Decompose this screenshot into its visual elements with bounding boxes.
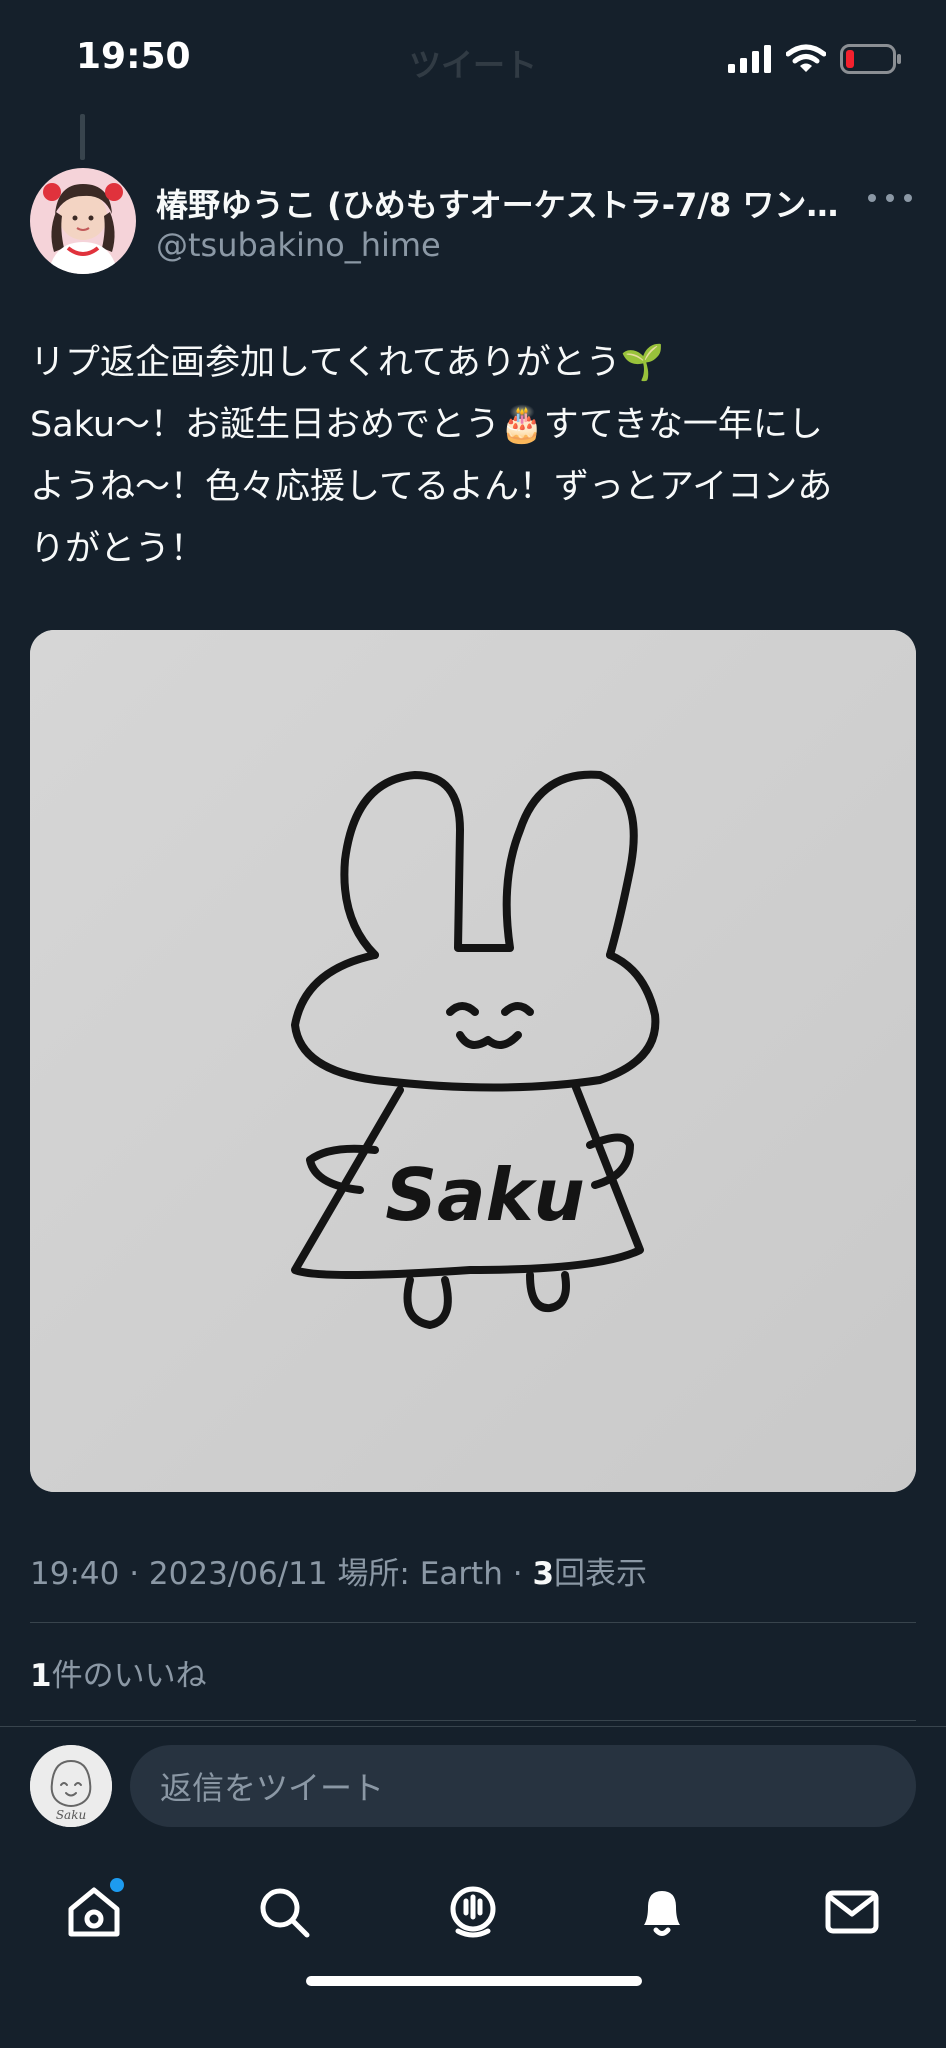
tweet-timestamp[interactable]: 19:40 · 2023/06/11 — [30, 1556, 328, 1592]
author-avatar[interactable] — [30, 168, 136, 274]
status-icons — [728, 44, 902, 78]
tweet-location: 場所: Earth · — [327, 1556, 533, 1592]
tweet-detail-screen: ツイート 19:50 椿野ゆうこ (ひめもすオーケストラ-7/8 ワン… @ts… — [0, 0, 946, 2048]
author-handle[interactable]: @tsubakino_hime — [156, 226, 441, 264]
reply-input[interactable]: 返信をツイート — [130, 1745, 916, 1827]
nav-notifications-button[interactable] — [622, 1872, 702, 1952]
views-label: 回表示 — [554, 1556, 648, 1592]
status-time: 19:50 — [76, 36, 191, 77]
views-count: 3 — [532, 1556, 555, 1592]
thread-connector — [80, 114, 85, 160]
more-options-icon[interactable] — [868, 186, 912, 210]
nav-messages-button[interactable] — [812, 1872, 892, 1952]
nav-search-button[interactable] — [244, 1872, 324, 1952]
nav-spaces-button[interactable] — [433, 1872, 513, 1952]
user-avatar[interactable]: Saku — [30, 1745, 112, 1827]
bottom-nav — [0, 1842, 946, 2048]
spaces-icon — [450, 1886, 496, 1938]
likes-row[interactable]: 1件のいいね — [30, 1650, 207, 1695]
likes-count: 1 — [30, 1658, 52, 1694]
media-caption-text: Saku — [385, 1153, 585, 1237]
tweet-meta: 19:40 · 2023/06/11 場所: Earth · 3回表示 — [30, 1548, 647, 1593]
divider — [30, 1622, 916, 1623]
nav-home-button[interactable] — [54, 1872, 134, 1952]
tweet-text-line: リプ返企画参加してくれてありがとう🌱 — [30, 343, 665, 383]
tweet-media-image[interactable]: Saku — [30, 630, 916, 1492]
home-indicator[interactable] — [306, 1976, 642, 1986]
search-icon — [260, 1888, 310, 1938]
divider — [30, 1720, 916, 1721]
wifi-icon — [785, 44, 827, 78]
tweet-text-line: ようね〜！色々応援してるよん！ずっとアイコンあ — [30, 467, 833, 507]
notifications-icon — [644, 1891, 680, 1936]
user-avatar-text: Saku — [56, 1808, 86, 1822]
tweet-text-line: Saku〜！お誕生日おめでとう🎂すてきな一年にし — [30, 405, 823, 445]
author-name[interactable]: 椿野ゆうこ (ひめもすオーケストラ-7/8 ワン… — [156, 180, 866, 226]
tweet-text: リプ返企画参加してくれてありがとう🌱 Saku〜！お誕生日おめでとう🎂すてきな一… — [30, 332, 920, 580]
reply-bar: Saku 返信をツイート — [0, 1726, 946, 1842]
notification-dot — [110, 1878, 124, 1892]
signal-icon — [728, 45, 772, 77]
messages-icon — [825, 1890, 879, 1934]
status-bar: ツイート 19:50 — [0, 0, 946, 120]
battery-low-icon — [840, 44, 902, 78]
likes-label: 件のいいね — [51, 1658, 207, 1694]
tweet-text-line: りがとう！ — [30, 529, 206, 569]
